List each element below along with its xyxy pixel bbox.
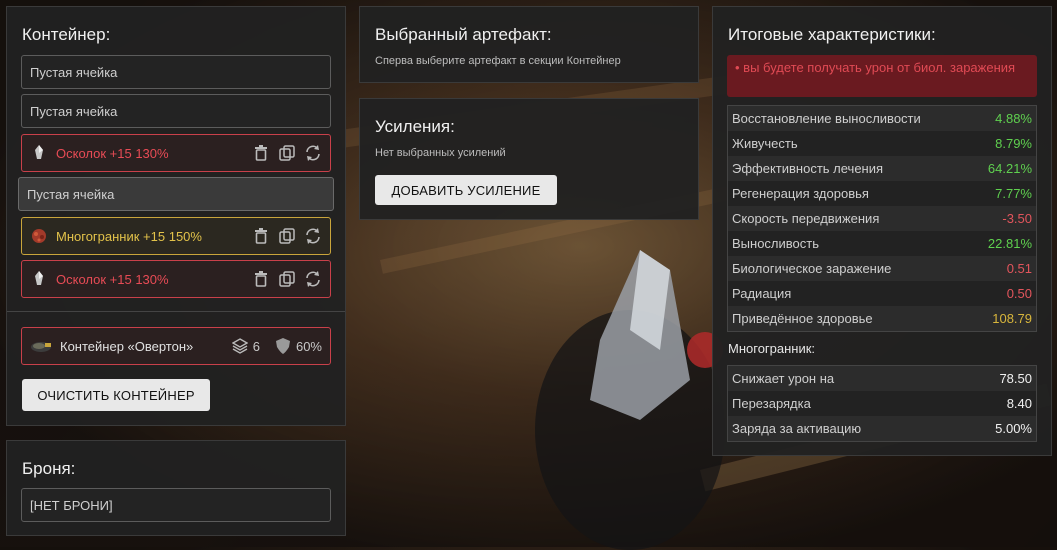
copy-icon[interactable] (278, 227, 296, 245)
slot-label: Пустая ячейка (27, 186, 115, 202)
polyhedron-stats-table: Снижает урон на 78.50 Перезарядка 8.40 Зар… (727, 365, 1037, 442)
stat-row: Живучесть 8.79% (728, 131, 1036, 156)
trash-icon[interactable] (252, 144, 270, 162)
container-protection: 60% (295, 338, 322, 354)
stat-row: Снижает урон на 78.50 (728, 366, 1036, 391)
stat-row: Скорость передвижения -3.50 (728, 206, 1036, 231)
polyhedron-subtitle: Многогранник: (728, 341, 816, 356)
shield-icon (274, 337, 292, 355)
slot-label: Пустая ячейка (30, 64, 118, 80)
stat-row: Восстановление выносливости 4.88% (728, 106, 1036, 131)
replace-icon[interactable] (304, 270, 322, 288)
polyhedron-artifact-icon (30, 227, 48, 245)
container-capacity: 6 (252, 338, 260, 354)
slot-label: Пустая ячейка (30, 103, 118, 119)
armor-title: Броня: (22, 459, 76, 478)
container-icon (30, 337, 52, 355)
copy-icon[interactable] (278, 270, 296, 288)
trash-icon[interactable] (252, 270, 270, 288)
shard-artifact-icon (30, 144, 48, 162)
container-title: Контейнер: (22, 25, 111, 44)
background-figure (535, 250, 725, 550)
armor-field[interactable]: [НЕТ БРОНИ] (21, 488, 331, 522)
clear-container-button[interactable]: ОЧИСТИТЬ КОНТЕЙНЕР (22, 379, 210, 411)
container-slot-4[interactable]: Пустая ячейка (18, 177, 334, 211)
stats-title: Итоговые характеристики: (728, 25, 936, 44)
container-slot-6[interactable]: Осколок +15 130% (21, 260, 331, 298)
warning-text: вы будете получать урон от биол. заражен… (743, 60, 1016, 75)
stats-table: Восстановление выносливости 4.88% Живучес… (727, 105, 1037, 332)
slot-label: Осколок +15 130% (56, 145, 169, 161)
boosts-hint: Нет выбранных усилений (375, 147, 506, 159)
shard-artifact-icon (30, 270, 48, 288)
bio-warning: • вы будете получать урон от биол. зараж… (727, 55, 1037, 97)
layers-icon (231, 337, 249, 355)
divider (7, 311, 345, 312)
stat-row: Радиация 0.50 (728, 281, 1036, 306)
replace-icon[interactable] (304, 144, 322, 162)
armor-value: [НЕТ БРОНИ] (30, 497, 113, 513)
container-slot-5[interactable]: Многогранник +15 150% (21, 217, 331, 255)
boosts-title: Усиления: (375, 117, 455, 136)
stat-row: Выносливость 22.81% (728, 231, 1036, 256)
container-slot-3[interactable]: Осколок +15 130% (21, 134, 331, 172)
container-name: Контейнер «Овертон» (60, 338, 194, 354)
trash-icon[interactable] (252, 227, 270, 245)
stat-row: Эффективность лечения 64.21% (728, 156, 1036, 181)
stat-row: Регенерация здоровья 7.77% (728, 181, 1036, 206)
container-panel: Контейнер: Пустая ячейка Пустая ячейка О… (6, 6, 346, 426)
slot-label: Многогранник +15 150% (56, 228, 202, 244)
container-slot-2[interactable]: Пустая ячейка (21, 94, 331, 128)
stats-panel: Итоговые характеристики: • вы будете пол… (712, 6, 1052, 456)
stat-row: Перезарядка 8.40 (728, 391, 1036, 416)
boosts-panel: Усиления: Нет выбранных усилений ДОБАВИТ… (359, 98, 699, 220)
armor-panel: Броня: [НЕТ БРОНИ] (6, 440, 346, 536)
stat-row: Биологическое заражение 0.51 (728, 256, 1036, 281)
slot-label: Осколок +15 130% (56, 271, 169, 287)
copy-icon[interactable] (278, 144, 296, 162)
stat-row: Приведённое здоровье 108.79 (728, 306, 1036, 331)
container-item[interactable]: Контейнер «Овертон» 6 60% (21, 327, 331, 365)
warning-bullet-icon: • (735, 60, 744, 75)
container-slot-1[interactable]: Пустая ячейка (21, 55, 331, 89)
add-boost-button[interactable]: ДОБАВИТЬ УСИЛЕНИЕ (375, 175, 557, 205)
replace-icon[interactable] (304, 227, 322, 245)
selected-artifact-title: Выбранный артефакт: (375, 25, 552, 44)
stat-row: Заряда за активацию 5.00% (728, 416, 1036, 441)
selected-artifact-hint: Сперва выберите артефакт в секции Контей… (375, 55, 621, 67)
selected-artifact-panel: Выбранный артефакт: Сперва выберите арте… (359, 6, 699, 83)
